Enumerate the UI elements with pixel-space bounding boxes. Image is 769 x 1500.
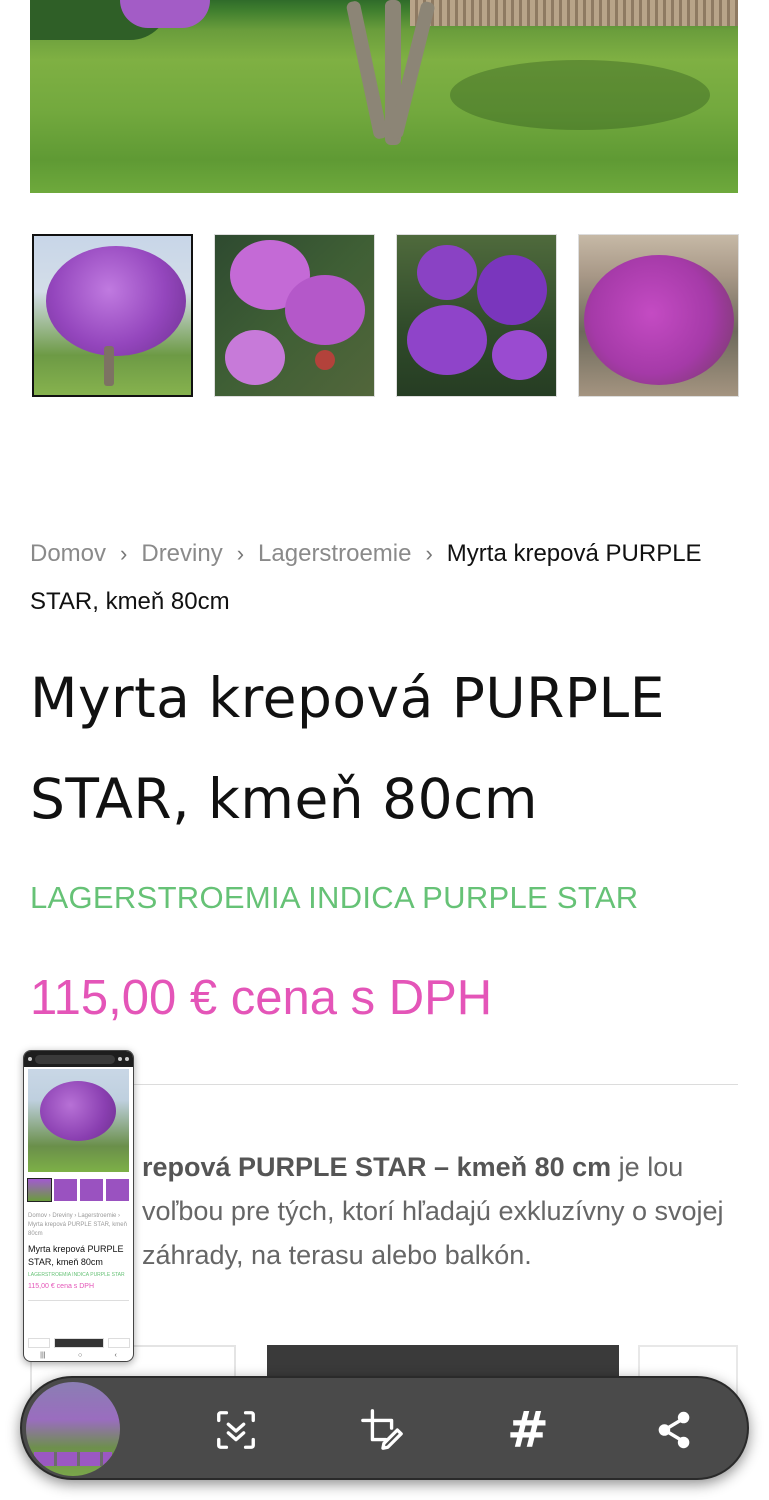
breadcrumb: Domov › Dreviny › Lagerstroemie › Myrta krepov… <box>30 530 730 626</box>
preview-divider <box>28 1300 129 1301</box>
chevron-right-icon: › <box>425 541 433 566</box>
divider <box>30 1084 738 1085</box>
crop-edit-button[interactable] <box>352 1400 412 1460</box>
tree-trunk <box>345 0 389 140</box>
breadcrumb-home[interactable]: Domov <box>30 540 106 567</box>
preview-url-bar <box>35 1054 115 1064</box>
product-description: repová PURPLE STAR – kmeň 80 cm je lou v… <box>30 1145 730 1277</box>
chevron-right-icon: › <box>236 541 245 566</box>
preview-thumbnails <box>24 1172 133 1208</box>
preview-home-icon <box>28 1057 32 1061</box>
preview-breadcrumb: Domov › Dreviny › Lagerstroemie › Myrta … <box>28 1213 127 1237</box>
scroll-capture-icon <box>217 1411 255 1449</box>
preview-browser-bar <box>24 1051 133 1067</box>
thumbnail-4[interactable] <box>578 234 739 397</box>
product-title: Myrta krepová PURPLE STAR, kmeň 80cm <box>30 666 665 831</box>
crop-edit-icon <box>361 1409 403 1450</box>
description-bold: repová PURPLE STAR – kmeň 80 cm <box>142 1152 612 1182</box>
thumbnail-1[interactable] <box>32 234 193 397</box>
screenshot-preview[interactable]: Domov › Dreviny › Lagerstroemie › Myrta … <box>23 1050 134 1362</box>
thumbnail-gallery <box>30 234 740 397</box>
fence <box>410 0 738 26</box>
blossom-branch <box>120 0 210 28</box>
preview-title: Myrta krepová PURPLE STAR, kmeň 80cm <box>28 1244 124 1267</box>
product-price: 115,00 € cena s DPH <box>30 971 493 1025</box>
thumbnail-3[interactable] <box>396 234 557 397</box>
preview-nav: ||| ○ ‹ <box>40 1351 117 1359</box>
hashtag-icon: # <box>507 1401 549 1459</box>
preview-price: 115,00 € cena s DPH <box>28 1283 95 1290</box>
thumbnail-2[interactable] <box>214 234 375 397</box>
preview-latin: LAGERSTROEMIA INDICA PURPLE STAR <box>28 1272 125 1278</box>
share-icon <box>658 1411 690 1449</box>
tree-shadow <box>450 60 710 130</box>
breadcrumb-dreviny[interactable]: Dreviny <box>141 540 222 567</box>
scroll-capture-button[interactable] <box>206 1400 266 1460</box>
preview-hero-image <box>28 1069 129 1172</box>
product-main-image[interactable] <box>30 0 738 193</box>
chevron-right-icon: › <box>120 541 128 566</box>
preview-buttons <box>28 1338 131 1348</box>
share-button[interactable] <box>644 1400 704 1460</box>
hashtag-button[interactable]: # <box>498 1400 558 1460</box>
breadcrumb-lagerstroemie[interactable]: Lagerstroemie <box>258 540 411 567</box>
product-latin-name: LAGERSTROEMIA INDICA PURPLE STAR <box>30 880 639 915</box>
preview-menu-icon <box>125 1057 129 1061</box>
preview-share-icon <box>118 1057 122 1061</box>
toolbar-preview-thumbnail[interactable] <box>26 1382 120 1476</box>
screenshot-toolbar: # <box>20 1376 749 1480</box>
